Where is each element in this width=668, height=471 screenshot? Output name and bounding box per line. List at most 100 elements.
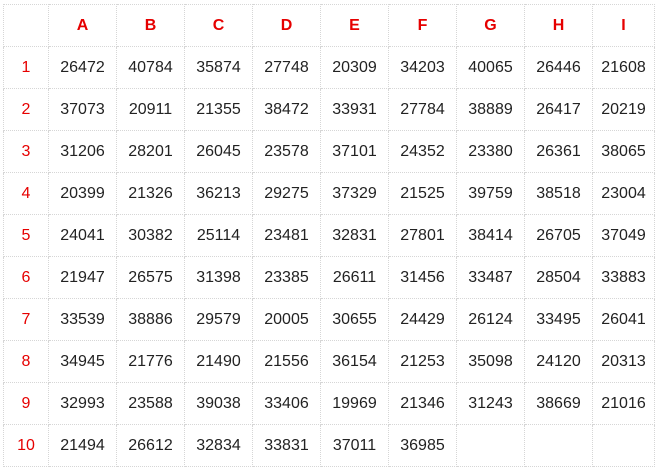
grid-cell[interactable]: 40065 (456, 46, 525, 89)
grid-cell[interactable]: 21776 (116, 340, 185, 383)
grid-cell[interactable]: 37011 (320, 424, 389, 467)
row-header[interactable]: 5 (3, 214, 49, 257)
grid-cell[interactable]: 28504 (524, 256, 593, 299)
grid-cell[interactable]: 34945 (48, 340, 117, 383)
grid-cell[interactable]: 38065 (592, 130, 655, 173)
grid-cell[interactable]: 36154 (320, 340, 389, 383)
grid-cell[interactable]: 33495 (524, 298, 593, 341)
grid-cell[interactable]: 35098 (456, 340, 525, 383)
grid-cell[interactable]: 19969 (320, 382, 389, 425)
grid-cell[interactable]: 23588 (116, 382, 185, 425)
grid-cell[interactable]: 36985 (388, 424, 457, 467)
grid-cell[interactable]: 38414 (456, 214, 525, 257)
grid-cell[interactable]: 32834 (184, 424, 253, 467)
grid-cell[interactable]: 38669 (524, 382, 593, 425)
grid-cell[interactable]: 26041 (592, 298, 655, 341)
grid-cell[interactable]: 38472 (252, 88, 321, 131)
grid-cell[interactable]: 20313 (592, 340, 655, 383)
grid-cell[interactable]: 27748 (252, 46, 321, 89)
grid-cell[interactable]: 21494 (48, 424, 117, 467)
grid-cell[interactable]: 24120 (524, 340, 593, 383)
grid-cell[interactable]: 38889 (456, 88, 525, 131)
row-header[interactable]: 6 (3, 256, 49, 299)
column-header[interactable]: B (116, 4, 185, 47)
grid-cell[interactable]: 26446 (524, 46, 593, 89)
grid-cell[interactable]: 21016 (592, 382, 655, 425)
column-header[interactable]: I (592, 4, 655, 47)
grid-cell[interactable]: 33831 (252, 424, 321, 467)
column-header[interactable]: G (456, 4, 525, 47)
grid-cell[interactable]: 26612 (116, 424, 185, 467)
grid-cell[interactable]: 28201 (116, 130, 185, 173)
grid-cell[interactable]: 29275 (252, 172, 321, 215)
grid-cell[interactable]: 20309 (320, 46, 389, 89)
grid-cell[interactable]: 21346 (388, 382, 457, 425)
grid-cell[interactable]: 31398 (184, 256, 253, 299)
grid-cell[interactable]: 37101 (320, 130, 389, 173)
row-header[interactable]: 10 (3, 424, 49, 467)
grid-cell[interactable]: 39759 (456, 172, 525, 215)
grid-cell[interactable]: 23380 (456, 130, 525, 173)
grid-cell[interactable]: 24429 (388, 298, 457, 341)
grid-cell[interactable]: 31206 (48, 130, 117, 173)
grid-cell[interactable]: 32993 (48, 382, 117, 425)
column-header[interactable]: F (388, 4, 457, 47)
column-header[interactable]: D (252, 4, 321, 47)
grid-cell[interactable]: 21608 (592, 46, 655, 89)
grid-cell[interactable]: 36213 (184, 172, 253, 215)
grid-cell[interactable]: 23004 (592, 172, 655, 215)
grid-cell[interactable] (592, 424, 655, 467)
grid-cell[interactable]: 21556 (252, 340, 321, 383)
grid-cell[interactable]: 27784 (388, 88, 457, 131)
grid-cell[interactable]: 37073 (48, 88, 117, 131)
column-header[interactable]: A (48, 4, 117, 47)
grid-cell[interactable]: 39038 (184, 382, 253, 425)
grid-cell[interactable]: 26611 (320, 256, 389, 299)
grid-cell[interactable]: 21490 (184, 340, 253, 383)
grid-cell[interactable]: 21947 (48, 256, 117, 299)
grid-cell[interactable]: 23481 (252, 214, 321, 257)
grid-cell[interactable]: 24352 (388, 130, 457, 173)
grid-cell[interactable]: 33931 (320, 88, 389, 131)
grid-cell[interactable]: 26045 (184, 130, 253, 173)
grid-cell[interactable]: 20399 (48, 172, 117, 215)
grid-cell[interactable]: 21253 (388, 340, 457, 383)
grid-cell[interactable]: 35874 (184, 46, 253, 89)
grid-cell[interactable]: 23578 (252, 130, 321, 173)
column-header[interactable]: E (320, 4, 389, 47)
row-header[interactable]: 1 (3, 46, 49, 89)
grid-cell[interactable]: 26361 (524, 130, 593, 173)
grid-cell[interactable] (456, 424, 525, 467)
grid-cell[interactable]: 37049 (592, 214, 655, 257)
grid-cell[interactable]: 37329 (320, 172, 389, 215)
grid-cell[interactable]: 38518 (524, 172, 593, 215)
grid-cell[interactable]: 26705 (524, 214, 593, 257)
grid-cell[interactable]: 34203 (388, 46, 457, 89)
grid-cell[interactable]: 26575 (116, 256, 185, 299)
row-header[interactable]: 3 (3, 130, 49, 173)
grid-cell[interactable]: 26417 (524, 88, 593, 131)
grid-cell[interactable]: 33406 (252, 382, 321, 425)
grid-cell[interactable]: 27801 (388, 214, 457, 257)
row-header[interactable]: 7 (3, 298, 49, 341)
grid-cell[interactable]: 26124 (456, 298, 525, 341)
grid-cell[interactable]: 31243 (456, 382, 525, 425)
grid-cell[interactable]: 20219 (592, 88, 655, 131)
row-header[interactable]: 9 (3, 382, 49, 425)
grid-cell[interactable]: 30655 (320, 298, 389, 341)
grid-cell[interactable]: 21525 (388, 172, 457, 215)
grid-cell[interactable]: 20911 (116, 88, 185, 131)
grid-cell[interactable]: 23385 (252, 256, 321, 299)
row-header[interactable]: 8 (3, 340, 49, 383)
column-header[interactable]: H (524, 4, 593, 47)
grid-cell[interactable]: 21355 (184, 88, 253, 131)
grid-cell[interactable]: 25114 (184, 214, 253, 257)
grid-cell[interactable]: 29579 (184, 298, 253, 341)
grid-cell[interactable]: 32831 (320, 214, 389, 257)
grid-cell[interactable]: 33487 (456, 256, 525, 299)
grid-cell[interactable]: 33539 (48, 298, 117, 341)
grid-cell[interactable] (524, 424, 593, 467)
grid-cell[interactable]: 26472 (48, 46, 117, 89)
row-header[interactable]: 4 (3, 172, 49, 215)
column-header[interactable]: C (184, 4, 253, 47)
